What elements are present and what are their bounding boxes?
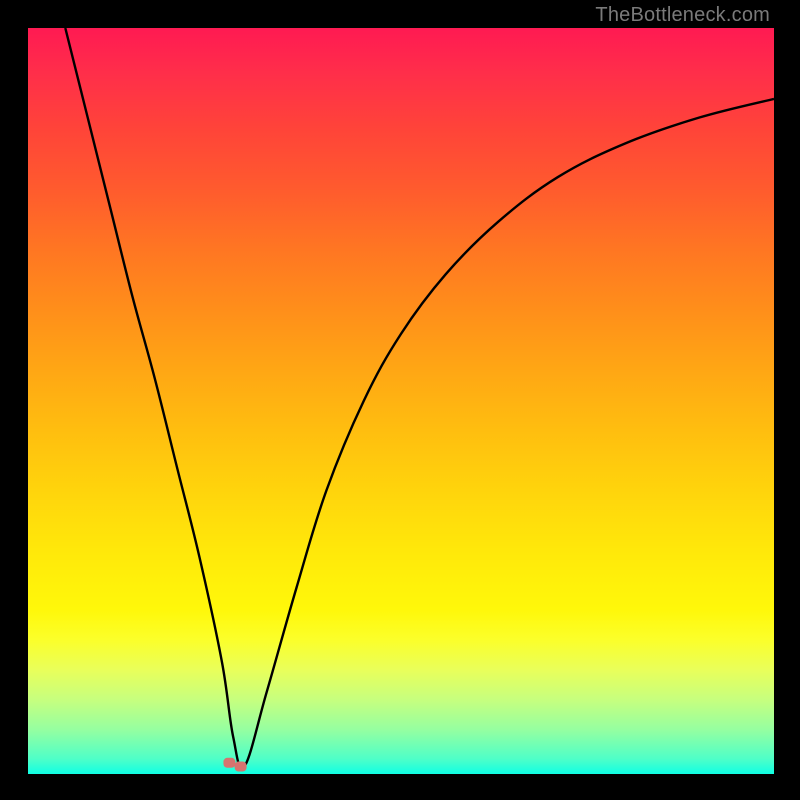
minimum-marker (223, 758, 235, 768)
watermark-text: TheBottleneck.com (595, 4, 770, 27)
plot-area (28, 28, 774, 774)
bottleneck-curve (65, 28, 774, 768)
chart-container: TheBottleneck.com (0, 0, 800, 800)
minimum-marker (235, 762, 247, 772)
markers-group (223, 758, 246, 772)
curve-svg (28, 28, 774, 774)
